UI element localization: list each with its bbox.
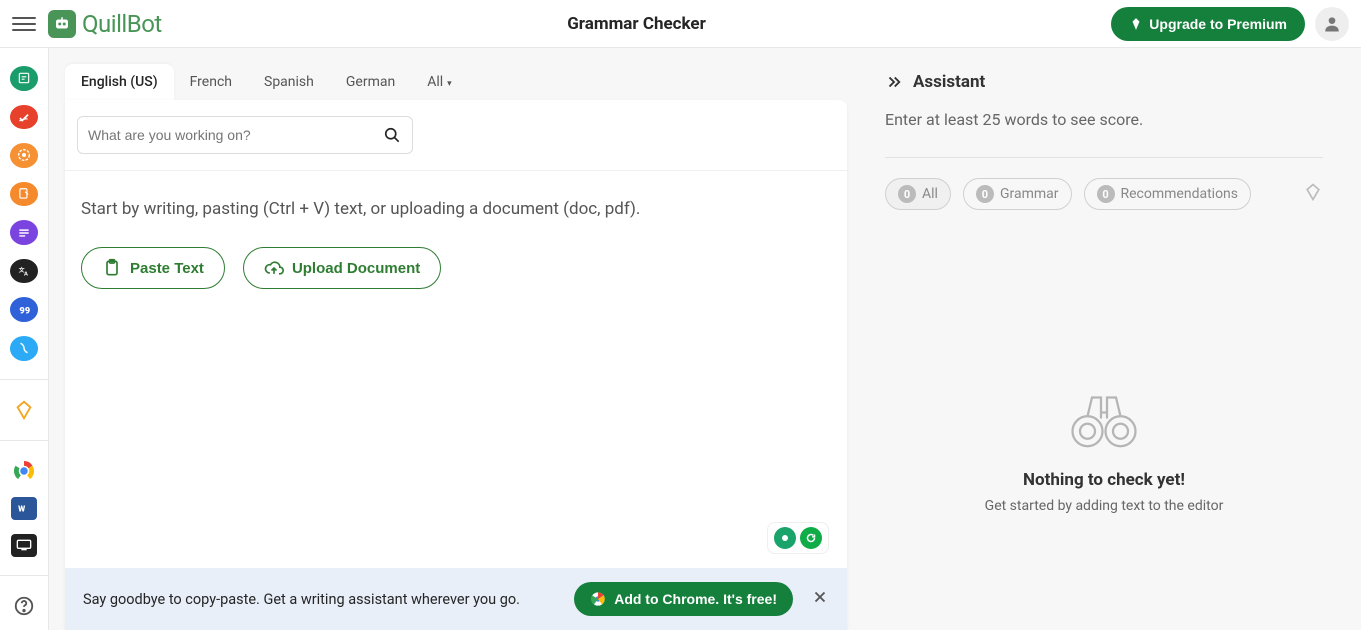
- editor-placeholder: Start by writing, pasting (Ctrl + V) tex…: [81, 199, 831, 219]
- sidebar-nav: 文A 99 W: [0, 48, 49, 630]
- tab-german[interactable]: German: [330, 64, 411, 100]
- assistant-title: Assistant: [913, 72, 985, 92]
- nav-macos-ext[interactable]: [11, 534, 37, 557]
- assistant-hint: Enter at least 25 words to see score.: [885, 110, 1323, 129]
- nav-flow[interactable]: [10, 336, 38, 361]
- menu-toggle[interactable]: [12, 12, 36, 36]
- tab-french[interactable]: French: [174, 64, 248, 100]
- quillbot-logo-icon: [48, 10, 76, 38]
- language-tabs: English (US) French Spanish German All: [65, 64, 847, 100]
- nav-citation[interactable]: 99: [10, 297, 38, 322]
- person-icon: [1322, 14, 1342, 34]
- nav-premium[interactable]: [10, 398, 38, 423]
- binoculars-icon: [1066, 390, 1142, 450]
- upload-document-button[interactable]: Upload Document: [243, 247, 441, 289]
- svg-text:99: 99: [19, 305, 30, 316]
- assistant-empty-state: Nothing to check yet! Get started by add…: [885, 390, 1323, 514]
- quillbot-badge-icon[interactable]: [774, 527, 796, 549]
- nav-translator[interactable]: 文A: [10, 259, 38, 284]
- svg-text:W: W: [18, 504, 25, 514]
- editor-textarea[interactable]: Start by writing, pasting (Ctrl + V) tex…: [65, 171, 847, 568]
- search-icon: [382, 125, 402, 145]
- goal-search[interactable]: [77, 116, 413, 154]
- chip-grammar[interactable]: 0 Grammar: [963, 178, 1072, 210]
- empty-subtitle: Get started by adding text to the editor: [885, 498, 1323, 514]
- tab-all[interactable]: All: [411, 64, 467, 100]
- chip-all[interactable]: 0 All: [885, 178, 951, 210]
- svg-text:A: A: [24, 272, 28, 278]
- logo-text: QuillBot: [82, 10, 162, 38]
- cloud-upload-icon: [264, 258, 284, 278]
- nav-plagiarism[interactable]: [10, 143, 38, 168]
- close-icon: [811, 588, 829, 606]
- empty-title: Nothing to check yet!: [885, 470, 1323, 490]
- goal-search-input[interactable]: [88, 127, 382, 143]
- nav-help[interactable]: [10, 593, 38, 618]
- nav-grammar[interactable]: [10, 105, 38, 130]
- clipboard-icon: [102, 258, 122, 278]
- tab-spanish[interactable]: Spanish: [248, 64, 330, 100]
- diamond-icon: [1129, 17, 1143, 31]
- chip-recommendations[interactable]: 0 Recommendations: [1084, 178, 1252, 210]
- banner-text: Say goodbye to copy-paste. Get a writing…: [83, 591, 556, 608]
- nav-word-ext[interactable]: W: [11, 497, 37, 520]
- banner-close-button[interactable]: [811, 588, 829, 610]
- nav-cowriter[interactable]: [10, 182, 38, 207]
- paste-text-button[interactable]: Paste Text: [81, 247, 225, 289]
- add-to-chrome-button[interactable]: Add to Chrome. It's free!: [574, 582, 793, 616]
- chrome-icon: [590, 591, 606, 607]
- user-avatar[interactable]: [1315, 7, 1349, 41]
- assistant-panel: Assistant Enter at least 25 words to see…: [847, 48, 1345, 630]
- nav-summarizer[interactable]: [10, 220, 38, 245]
- help-icon: [13, 595, 35, 617]
- diamond-icon: [13, 399, 35, 421]
- nav-chrome-ext[interactable]: [11, 459, 37, 483]
- nav-paraphraser[interactable]: [10, 66, 38, 91]
- tab-english-us[interactable]: English (US): [65, 64, 174, 100]
- chevrons-right-icon[interactable]: [885, 73, 903, 91]
- diamond-icon: [1303, 182, 1323, 202]
- premium-chip-icon[interactable]: [1303, 182, 1323, 206]
- page-title: Grammar Checker: [162, 14, 1112, 34]
- editor-extensions-tray: [767, 522, 829, 554]
- logo[interactable]: QuillBot: [48, 10, 162, 38]
- upgrade-premium-button[interactable]: Upgrade to Premium: [1111, 7, 1305, 41]
- chrome-banner: Say goodbye to copy-paste. Get a writing…: [65, 568, 847, 630]
- grammarly-badge-icon[interactable]: [800, 527, 822, 549]
